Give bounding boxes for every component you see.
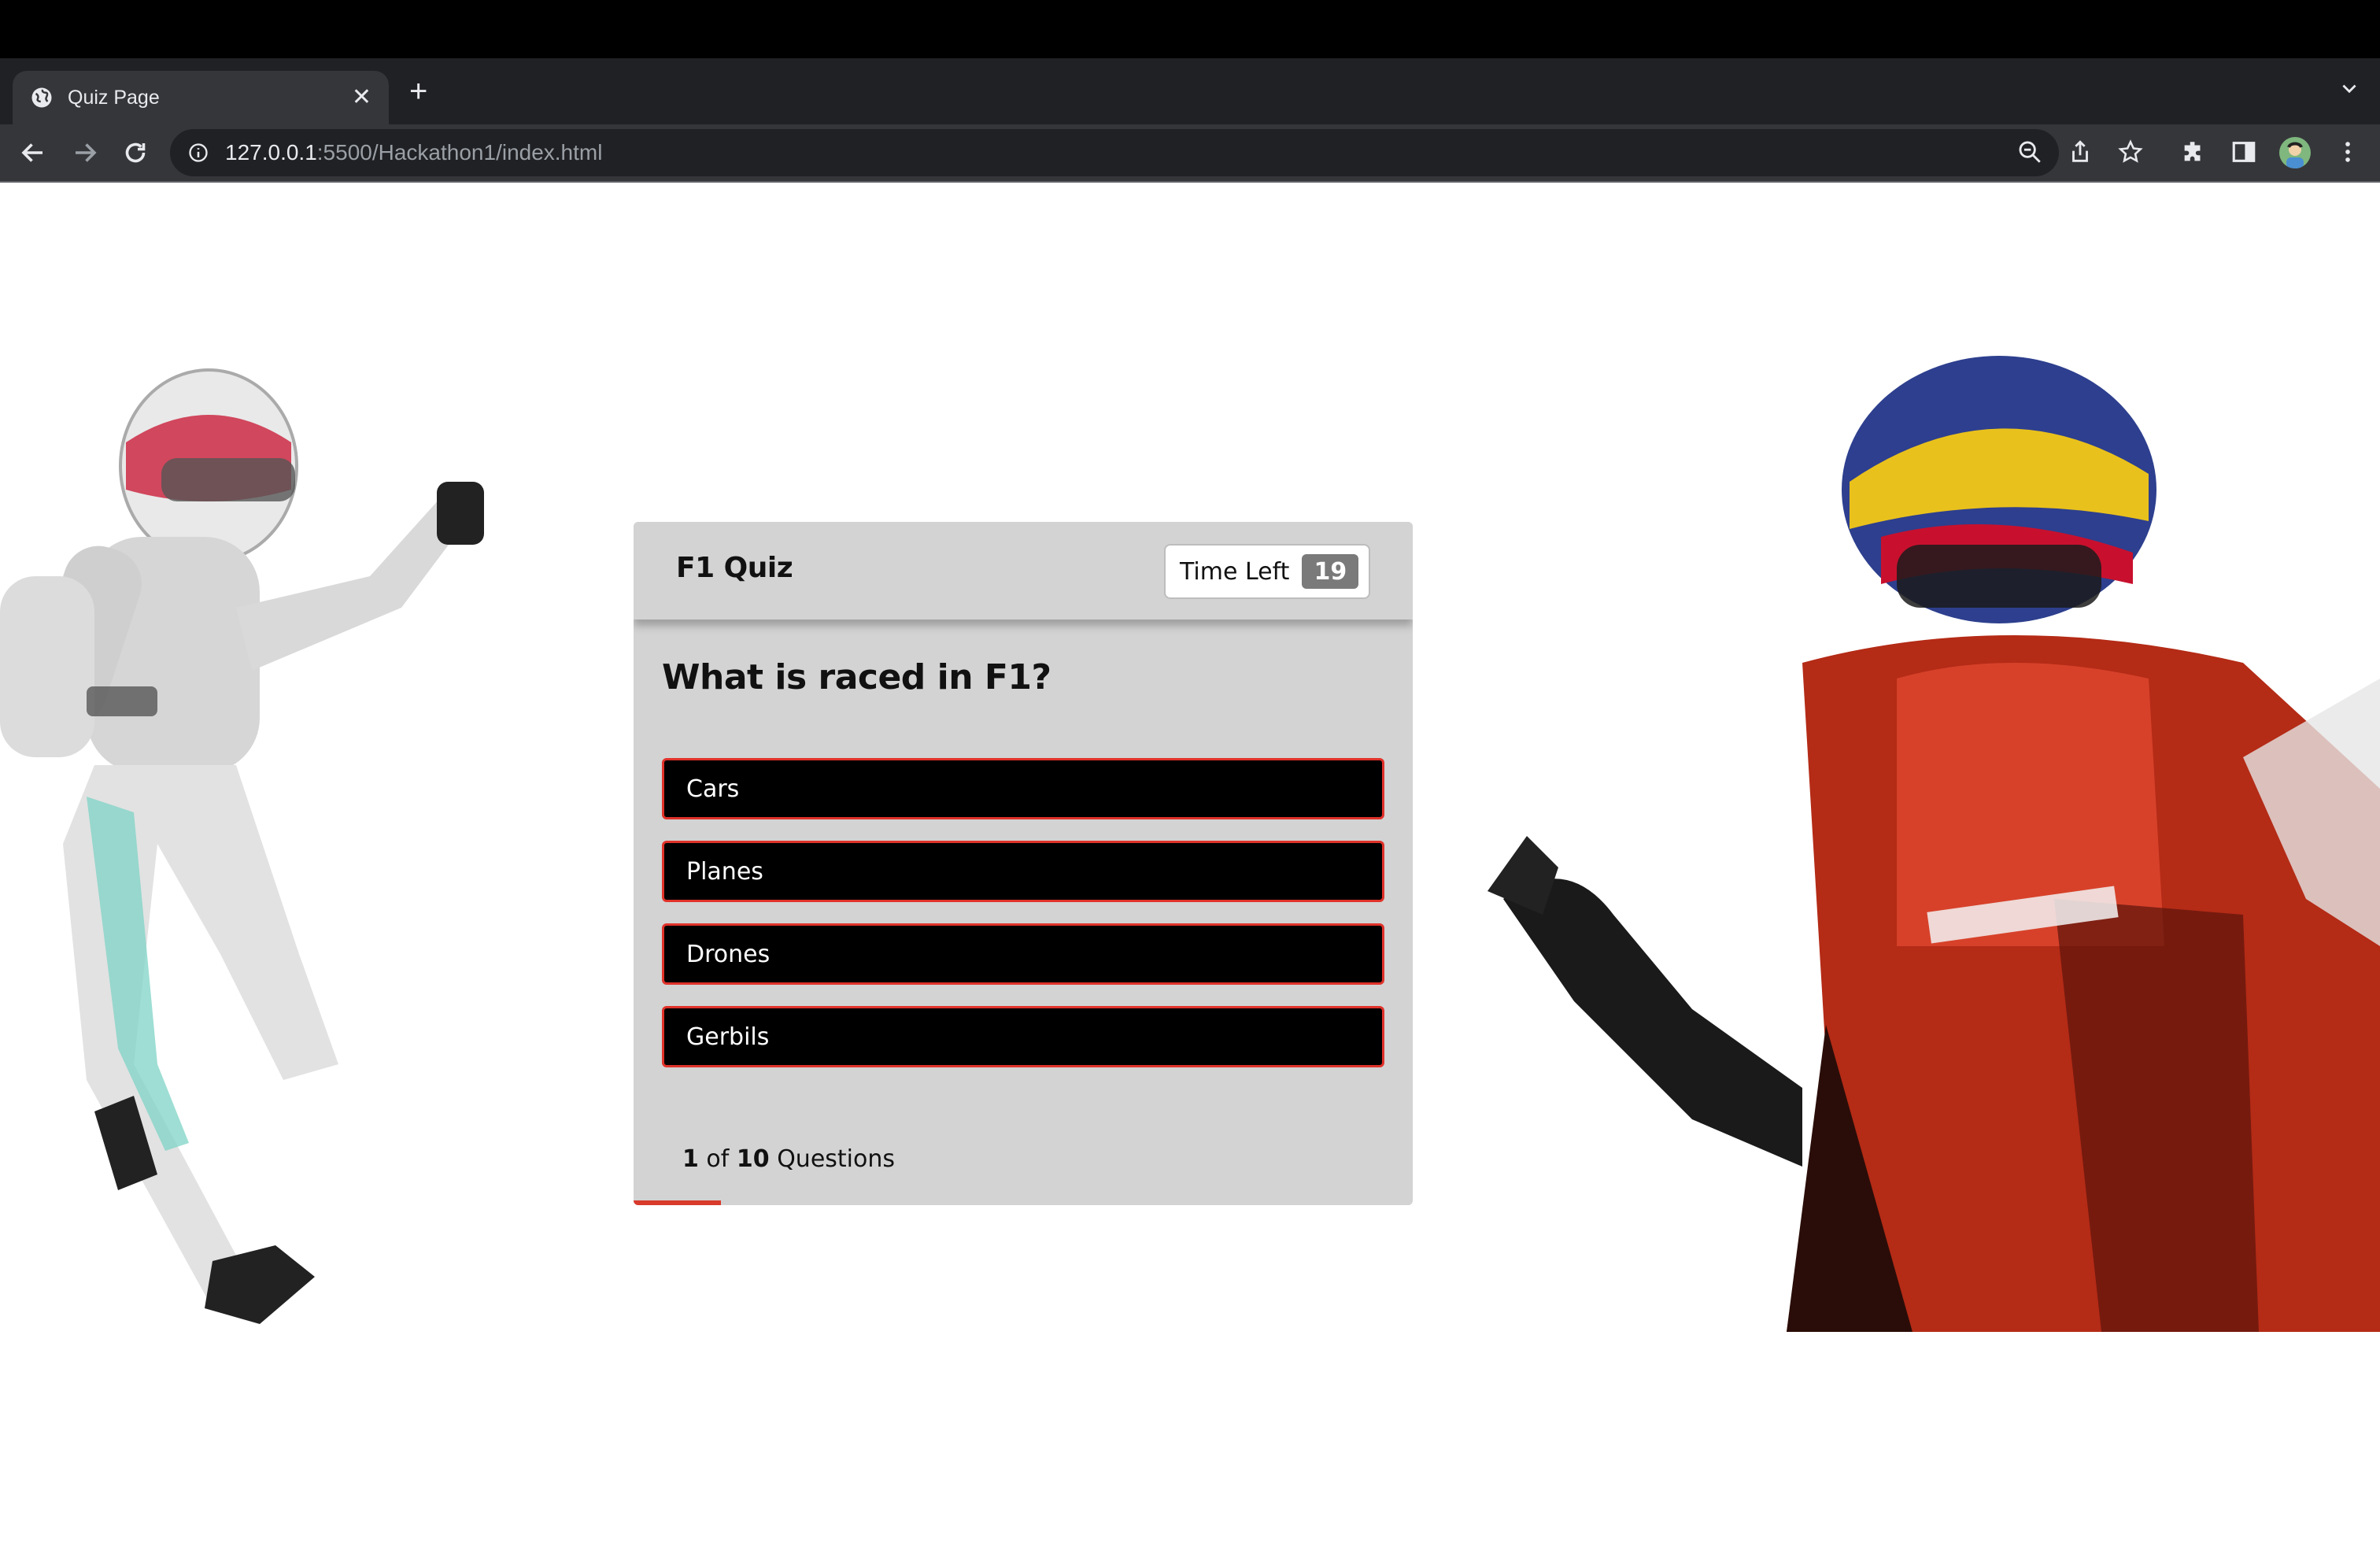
question-counter: 1 of 10 Questions [682, 1145, 895, 1173]
forward-arrow-icon[interactable] [71, 139, 99, 167]
reload-icon[interactable] [121, 139, 150, 167]
side-panel-icon[interactable] [2230, 139, 2257, 165]
browser-tab[interactable]: Quiz Page ✕ [13, 71, 389, 124]
url-host: 127.0.0.1 [225, 140, 317, 165]
progress-bar [634, 1200, 1413, 1205]
new-tab-icon[interactable]: + [409, 76, 427, 107]
zoom-icon[interactable] [2016, 139, 2043, 165]
total-questions-number: 10 [736, 1145, 770, 1173]
driver-image-left [0, 368, 484, 1324]
answer-option[interactable]: Drones [662, 923, 1384, 985]
answer-option[interactable]: Cars [662, 758, 1384, 819]
share-icon[interactable] [2067, 139, 2094, 165]
driver-image-right [1488, 356, 2380, 1332]
tab-strip: Quiz Page ✕ [0, 58, 2380, 124]
bookmark-star-icon[interactable] [2117, 139, 2144, 165]
question-text: What is raced in F1? [662, 657, 1051, 697]
extensions-icon[interactable] [2180, 139, 2207, 165]
quiz-card: F1 Quiz Time Left 19 What is raced in F1… [634, 522, 1413, 1205]
timer-box: Time Left 19 [1164, 544, 1370, 599]
os-menu-bar [0, 0, 2380, 58]
counter-of-text: of [706, 1145, 730, 1173]
page-content: F1 Quiz Time Left 19 What is raced in F1… [0, 183, 2380, 1546]
progress-bar-fill [634, 1200, 721, 1205]
chevron-down-icon[interactable] [2339, 79, 2360, 99]
tab-close-icon[interactable]: ✕ [352, 86, 371, 109]
answer-option[interactable]: Gerbils [662, 1006, 1384, 1067]
tab-title: Quiz Page [68, 86, 160, 109]
info-icon[interactable] [187, 142, 209, 164]
timer-value: 19 [1302, 554, 1359, 589]
url-text: 127.0.0.1:5500/Hackathon1/index.html [225, 140, 602, 165]
counter-suffix: Questions [777, 1145, 895, 1173]
answer-option[interactable]: Planes [662, 841, 1384, 902]
profile-avatar[interactable] [2279, 137, 2311, 168]
more-menu-icon[interactable] [2334, 139, 2361, 165]
timer-label: Time Left [1180, 557, 1290, 586]
url-path: :5500/Hackathon1/index.html [316, 140, 603, 165]
back-arrow-icon[interactable] [19, 139, 47, 167]
quiz-title: F1 Quiz [676, 552, 793, 584]
globe-icon [31, 87, 52, 108]
quiz-header: F1 Quiz Time Left 19 [634, 522, 1413, 620]
avatar-icon [2286, 142, 2304, 168]
address-bar[interactable]: 127.0.0.1:5500/Hackathon1/index.html [170, 129, 2059, 176]
current-question-number: 1 [682, 1145, 699, 1173]
